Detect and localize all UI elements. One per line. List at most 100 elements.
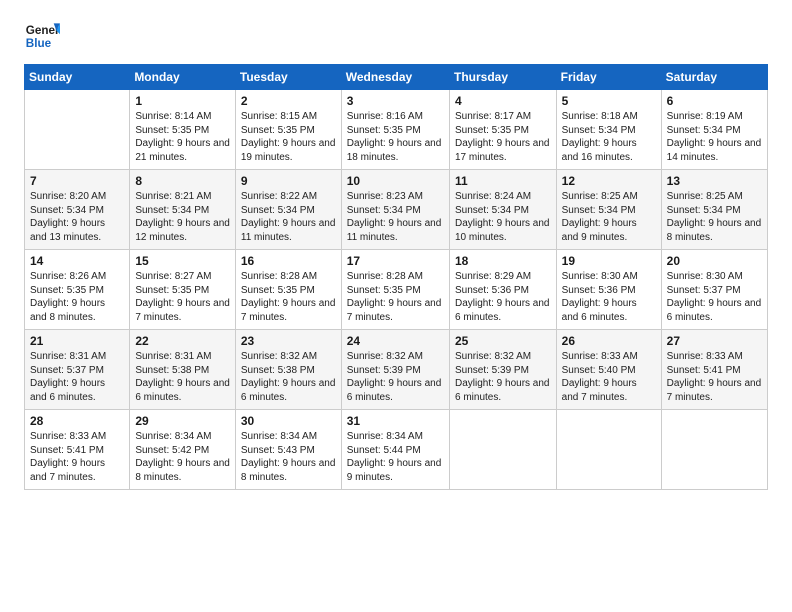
calendar-table: SundayMondayTuesdayWednesdayThursdayFrid… xyxy=(24,64,768,490)
calendar-cell: 14 Sunrise: 8:26 AMSunset: 5:35 PMDayligh… xyxy=(25,250,130,330)
calendar-cell: 16 Sunrise: 8:28 AMSunset: 5:35 PMDayligh… xyxy=(235,250,341,330)
calendar-cell xyxy=(25,90,130,170)
day-info: Sunrise: 8:27 AMSunset: 5:35 PMDaylight:… xyxy=(135,270,230,324)
day-info: Sunrise: 8:23 AMSunset: 5:34 PMDaylight:… xyxy=(347,190,444,244)
calendar-cell: 13 Sunrise: 8:25 AMSunset: 5:34 PMDayligh… xyxy=(661,170,767,250)
day-info: Sunrise: 8:25 AMSunset: 5:34 PMDaylight:… xyxy=(562,190,656,244)
day-number: 22 xyxy=(135,334,230,348)
calendar-cell: 21 Sunrise: 8:31 AMSunset: 5:37 PMDayligh… xyxy=(25,330,130,410)
calendar-week-1: 7Sunrise: 8:20 AMSunset: 5:34 PMDaylight… xyxy=(25,170,768,250)
calendar-cell xyxy=(661,410,767,490)
weekday-header-sunday: Sunday xyxy=(25,65,130,90)
day-info: Sunrise: 8:18 AMSunset: 5:34 PMDaylight:… xyxy=(562,110,656,164)
day-number: 9 xyxy=(241,174,336,188)
day-info: Sunrise: 8:30 AMSunset: 5:36 PMDaylight:… xyxy=(562,270,656,324)
calendar-cell: 30Sunrise: 8:34 AMSunset: 5:43 PMDayligh… xyxy=(235,410,341,490)
calendar-cell: 9 Sunrise: 8:22 AMSunset: 5:34 PMDaylight… xyxy=(235,170,341,250)
day-number: 2 xyxy=(241,94,336,108)
day-info: Sunrise: 8:22 AMSunset: 5:34 PMDaylight:… xyxy=(241,190,336,244)
weekday-header-row: SundayMondayTuesdayWednesdayThursdayFrid… xyxy=(25,65,768,90)
day-info: Sunrise: 8:29 AMSunset: 5:36 PMDaylight:… xyxy=(455,270,551,324)
day-number: 30 xyxy=(241,414,336,428)
day-info: Sunrise: 8:33 AMSunset: 5:40 PMDaylight:… xyxy=(562,350,656,404)
day-number: 19 xyxy=(562,254,656,268)
day-number: 24 xyxy=(347,334,444,348)
day-number: 8 xyxy=(135,174,230,188)
calendar-cell: 25Sunrise: 8:32 AMSunset: 5:39 PMDayligh… xyxy=(449,330,556,410)
day-number: 26 xyxy=(562,334,656,348)
calendar-cell: 8 Sunrise: 8:21 AMSunset: 5:34 PMDaylight… xyxy=(130,170,236,250)
day-number: 7 xyxy=(30,174,124,188)
calendar-week-0: 1 Sunrise: 8:14 AMSunset: 5:35 PMDaylight… xyxy=(25,90,768,170)
calendar-cell: 3Sunrise: 8:16 AMSunset: 5:35 PMDaylight… xyxy=(341,90,449,170)
calendar-cell: 10 Sunrise: 8:23 AMSunset: 5:34 PMDayligh… xyxy=(341,170,449,250)
calendar-cell xyxy=(449,410,556,490)
day-number: 5 xyxy=(562,94,656,108)
day-info: Sunrise: 8:28 AMSunset: 5:35 PMDaylight:… xyxy=(347,270,444,324)
general-blue-icon: General Blue xyxy=(24,18,60,54)
weekday-header-friday: Friday xyxy=(556,65,661,90)
calendar-cell: 28 Sunrise: 8:33 AMSunset: 5:41 PMDayligh… xyxy=(25,410,130,490)
day-number: 4 xyxy=(455,94,551,108)
day-info: Sunrise: 8:33 AMSunset: 5:41 PMDaylight:… xyxy=(667,350,762,404)
day-number: 1 xyxy=(135,94,230,108)
day-info: Sunrise: 8:34 AMSunset: 5:44 PMDaylight:… xyxy=(347,430,444,484)
day-number: 14 xyxy=(30,254,124,268)
day-info: Sunrise: 8:31 AMSunset: 5:38 PMDaylight:… xyxy=(135,350,230,404)
day-info: Sunrise: 8:25 AMSunset: 5:34 PMDaylight:… xyxy=(667,190,762,244)
day-number: 20 xyxy=(667,254,762,268)
day-info: Sunrise: 8:32 AMSunset: 5:39 PMDaylight:… xyxy=(347,350,444,404)
calendar-cell: 29 Sunrise: 8:34 AMSunset: 5:42 PMDayligh… xyxy=(130,410,236,490)
day-info: Sunrise: 8:16 AMSunset: 5:35 PMDaylight:… xyxy=(347,110,444,164)
calendar-cell: 12 Sunrise: 8:25 AMSunset: 5:34 PMDayligh… xyxy=(556,170,661,250)
day-info: Sunrise: 8:14 AMSunset: 5:35 PMDaylight:… xyxy=(135,110,230,164)
day-info: Sunrise: 8:33 AMSunset: 5:41 PMDaylight:… xyxy=(30,430,124,484)
calendar-cell: 11 Sunrise: 8:24 AMSunset: 5:34 PMDayligh… xyxy=(449,170,556,250)
day-number: 11 xyxy=(455,174,551,188)
day-info: Sunrise: 8:21 AMSunset: 5:34 PMDaylight:… xyxy=(135,190,230,244)
day-info: Sunrise: 8:28 AMSunset: 5:35 PMDaylight:… xyxy=(241,270,336,324)
calendar-cell: 1 Sunrise: 8:14 AMSunset: 5:35 PMDaylight… xyxy=(130,90,236,170)
weekday-header-saturday: Saturday xyxy=(661,65,767,90)
day-number: 23 xyxy=(241,334,336,348)
calendar-cell: 18Sunrise: 8:29 AMSunset: 5:36 PMDayligh… xyxy=(449,250,556,330)
weekday-header-thursday: Thursday xyxy=(449,65,556,90)
day-number: 12 xyxy=(562,174,656,188)
calendar-cell: 20 Sunrise: 8:30 AMSunset: 5:37 PMDayligh… xyxy=(661,250,767,330)
weekday-header-tuesday: Tuesday xyxy=(235,65,341,90)
calendar-cell: 7Sunrise: 8:20 AMSunset: 5:34 PMDaylight… xyxy=(25,170,130,250)
day-number: 27 xyxy=(667,334,762,348)
day-number: 10 xyxy=(347,174,444,188)
day-info: Sunrise: 8:34 AMSunset: 5:42 PMDaylight:… xyxy=(135,430,230,484)
day-number: 21 xyxy=(30,334,124,348)
day-info: Sunrise: 8:26 AMSunset: 5:35 PMDaylight:… xyxy=(30,270,124,324)
day-number: 13 xyxy=(667,174,762,188)
day-info: Sunrise: 8:17 AMSunset: 5:35 PMDaylight:… xyxy=(455,110,551,164)
calendar-cell: 2 Sunrise: 8:15 AMSunset: 5:35 PMDaylight… xyxy=(235,90,341,170)
day-number: 16 xyxy=(241,254,336,268)
svg-text:Blue: Blue xyxy=(26,37,52,50)
calendar-cell: 5 Sunrise: 8:18 AMSunset: 5:34 PMDaylight… xyxy=(556,90,661,170)
day-info: Sunrise: 8:31 AMSunset: 5:37 PMDaylight:… xyxy=(30,350,124,404)
weekday-header-wednesday: Wednesday xyxy=(341,65,449,90)
day-number: 6 xyxy=(667,94,762,108)
day-info: Sunrise: 8:24 AMSunset: 5:34 PMDaylight:… xyxy=(455,190,551,244)
day-info: Sunrise: 8:15 AMSunset: 5:35 PMDaylight:… xyxy=(241,110,336,164)
calendar-cell: 6Sunrise: 8:19 AMSunset: 5:34 PMDaylight… xyxy=(661,90,767,170)
calendar-week-2: 14 Sunrise: 8:26 AMSunset: 5:35 PMDayligh… xyxy=(25,250,768,330)
calendar-cell: 19 Sunrise: 8:30 AMSunset: 5:36 PMDayligh… xyxy=(556,250,661,330)
day-number: 29 xyxy=(135,414,230,428)
day-number: 25 xyxy=(455,334,551,348)
calendar-week-4: 28 Sunrise: 8:33 AMSunset: 5:41 PMDayligh… xyxy=(25,410,768,490)
calendar-cell: 24 Sunrise: 8:32 AMSunset: 5:39 PMDayligh… xyxy=(341,330,449,410)
day-info: Sunrise: 8:30 AMSunset: 5:37 PMDaylight:… xyxy=(667,270,762,324)
calendar-cell: 4 Sunrise: 8:17 AMSunset: 5:35 PMDaylight… xyxy=(449,90,556,170)
page: General Blue SundayMondayTuesdayWednesda… xyxy=(0,0,792,612)
day-number: 31 xyxy=(347,414,444,428)
day-number: 15 xyxy=(135,254,230,268)
day-number: 28 xyxy=(30,414,124,428)
calendar-cell: 17Sunrise: 8:28 AMSunset: 5:35 PMDayligh… xyxy=(341,250,449,330)
calendar-week-3: 21 Sunrise: 8:31 AMSunset: 5:37 PMDayligh… xyxy=(25,330,768,410)
calendar-cell: 22 Sunrise: 8:31 AMSunset: 5:38 PMDayligh… xyxy=(130,330,236,410)
day-info: Sunrise: 8:32 AMSunset: 5:38 PMDaylight:… xyxy=(241,350,336,404)
